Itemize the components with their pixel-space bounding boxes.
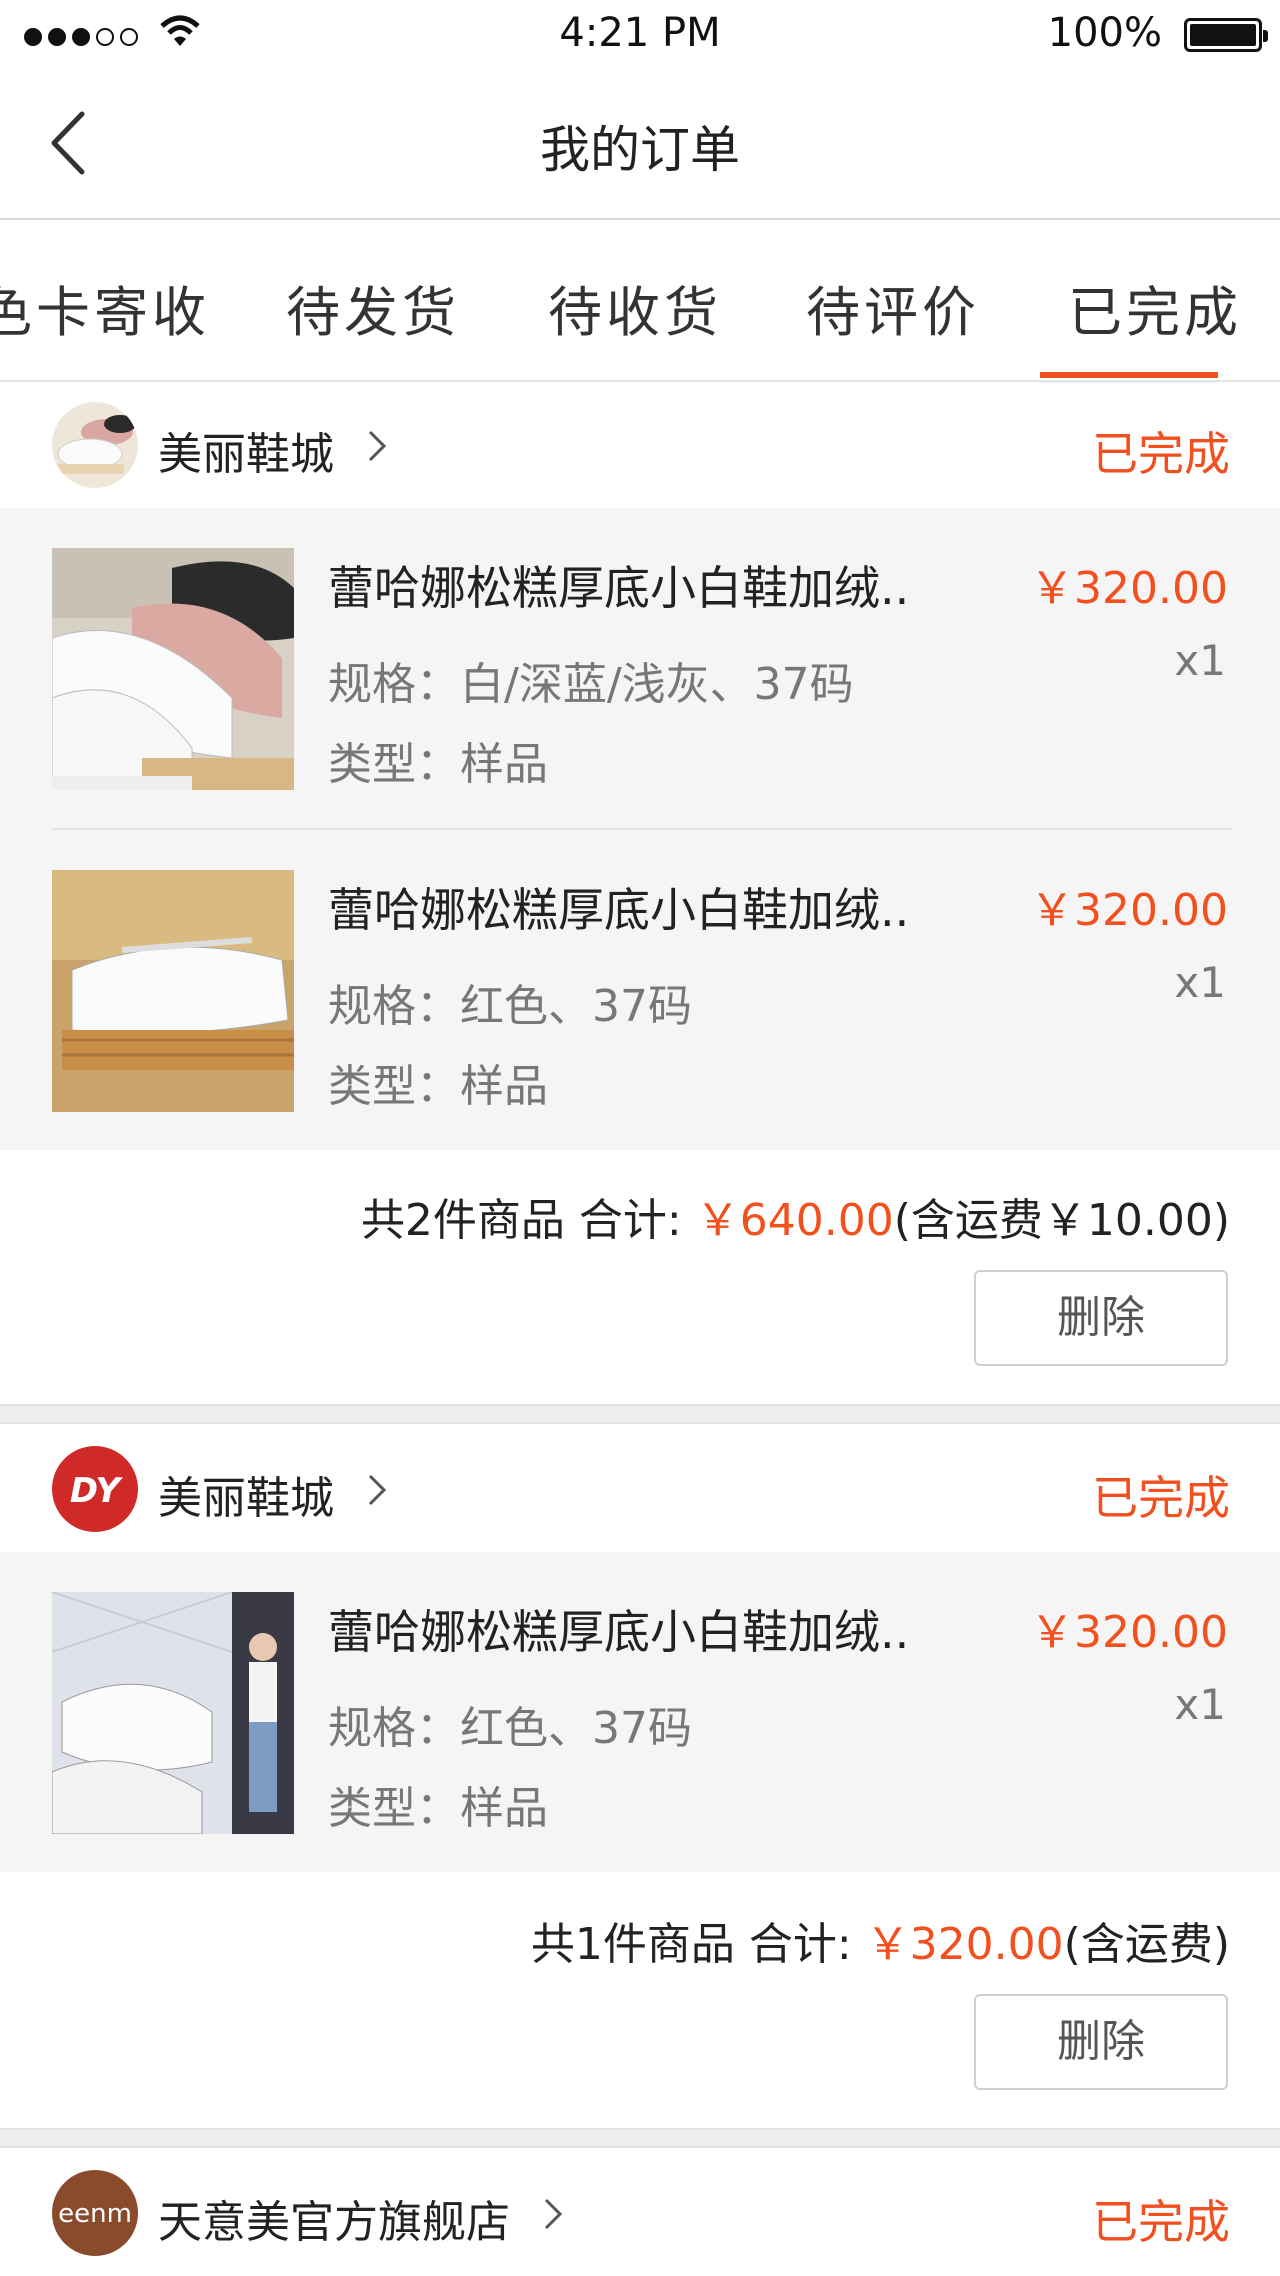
order-items: 蕾哈娜松糕厚底小白鞋加绒.. 规格：红色、37码 类型：样品 ￥320.00 x…: [0, 1552, 1280, 1872]
tab-to-receive[interactable]: 待收货: [548, 268, 722, 347]
shop-avatar: DY: [52, 1446, 138, 1532]
summary-count: 共2件商品 合计:: [360, 1195, 696, 1246]
product-spec: 规格：白/深蓝/浅灰、37码: [328, 659, 854, 710]
summary-total: ￥640.00: [695, 1195, 894, 1246]
order-tabs: 色卡寄收 待发货 待收货 待评价 已完成: [0, 220, 1280, 382]
battery-percent: 100%: [1047, 10, 1162, 56]
nav-bar: 我的订单: [0, 70, 1280, 220]
product-type: 类型：样品: [328, 1783, 548, 1834]
tab-to-review[interactable]: 待评价: [806, 268, 980, 347]
summary-shipping: (含运费): [1063, 1919, 1230, 1970]
product-image: [52, 1592, 294, 1834]
chevron-right-icon: [544, 2198, 563, 2230]
shop-name: 天意美官方旗舰店: [158, 2197, 510, 2248]
product-price: ￥320.00: [1030, 1607, 1228, 1658]
product-title: 蕾哈娜松糕厚底小白鞋加绒..: [328, 561, 910, 615]
tab-completed[interactable]: 已完成: [1068, 268, 1242, 347]
product-title: 蕾哈娜松糕厚底小白鞋加绒..: [328, 1605, 910, 1659]
shop-name: 美丽鞋城: [158, 429, 334, 480]
order-summary: 共1件商品 合计: ￥320.00(含运费): [531, 1908, 1230, 1972]
active-tab-indicator: [1040, 372, 1218, 378]
order-status: 已完成: [1092, 1471, 1230, 1525]
order-item[interactable]: 蕾哈娜松糕厚底小白鞋加绒.. 规格：红色、37码 类型：样品 ￥320.00 x…: [0, 870, 1280, 1112]
product-quantity: x1: [1174, 958, 1226, 1007]
order-items: 蕾哈娜松糕厚底小白鞋加绒.. 规格：白/深蓝/浅灰、37码 类型：样品 ￥320…: [0, 508, 1280, 1150]
shop-avatar: eenm: [52, 2170, 138, 2256]
order-item[interactable]: 蕾哈娜松糕厚底小白鞋加绒.. 规格：白/深蓝/浅灰、37码 类型：样品 ￥320…: [0, 548, 1280, 790]
shop-avatar: [52, 402, 138, 488]
product-title: 蕾哈娜松糕厚底小白鞋加绒..: [328, 883, 910, 937]
product-spec: 规格：红色、37码: [328, 1703, 692, 1754]
product-image: [52, 548, 294, 790]
tab-to-ship[interactable]: 待发货: [286, 268, 460, 347]
chevron-right-icon: [368, 1474, 387, 1506]
page-title: 我的订单: [540, 121, 740, 179]
summary-count: 共1件商品 合计:: [530, 1919, 866, 1970]
shop-name: 美丽鞋城: [158, 1473, 334, 1524]
order-status: 已完成: [1092, 427, 1230, 481]
order-separator: [0, 1404, 1280, 1424]
svg-text:eenm: eenm: [58, 2199, 132, 2229]
summary-total: ￥320.00: [865, 1919, 1064, 1970]
status-bar: 4:21 PM 100%: [0, 0, 1280, 70]
order-shop-header[interactable]: 美丽鞋城 已完成: [0, 382, 1280, 508]
summary-shipping: (含运费￥10.00): [893, 1195, 1230, 1246]
product-quantity: x1: [1174, 1680, 1226, 1729]
order-separator: [0, 2128, 1280, 2148]
svg-text:DY: DY: [70, 1471, 124, 1511]
chevron-right-icon: [368, 430, 387, 462]
product-image: [52, 870, 294, 1112]
product-price: ￥320.00: [1030, 563, 1228, 614]
product-type: 类型：样品: [328, 1061, 548, 1112]
item-divider: [52, 828, 1232, 830]
product-type: 类型：样品: [328, 739, 548, 790]
tab-color-card[interactable]: 色卡寄收: [0, 268, 210, 347]
order-summary: 共2件商品 合计: ￥640.00(含运费￥10.00): [361, 1184, 1230, 1248]
battery-icon: [1184, 18, 1268, 52]
order-item[interactable]: 蕾哈娜松糕厚底小白鞋加绒.. 规格：红色、37码 类型：样品 ￥320.00 x…: [0, 1592, 1280, 1834]
delete-button[interactable]: 删除: [974, 1270, 1228, 1366]
product-price: ￥320.00: [1030, 885, 1228, 936]
order-shop-header[interactable]: DY 美丽鞋城 已完成: [0, 1426, 1280, 1552]
delete-button[interactable]: 删除: [974, 1994, 1228, 2090]
product-spec: 规格：红色、37码: [328, 981, 692, 1032]
order-shop-header[interactable]: eenm 天意美官方旗舰店 已完成: [0, 2150, 1280, 2276]
order-status: 已完成: [1092, 2195, 1230, 2249]
product-quantity: x1: [1174, 636, 1226, 685]
